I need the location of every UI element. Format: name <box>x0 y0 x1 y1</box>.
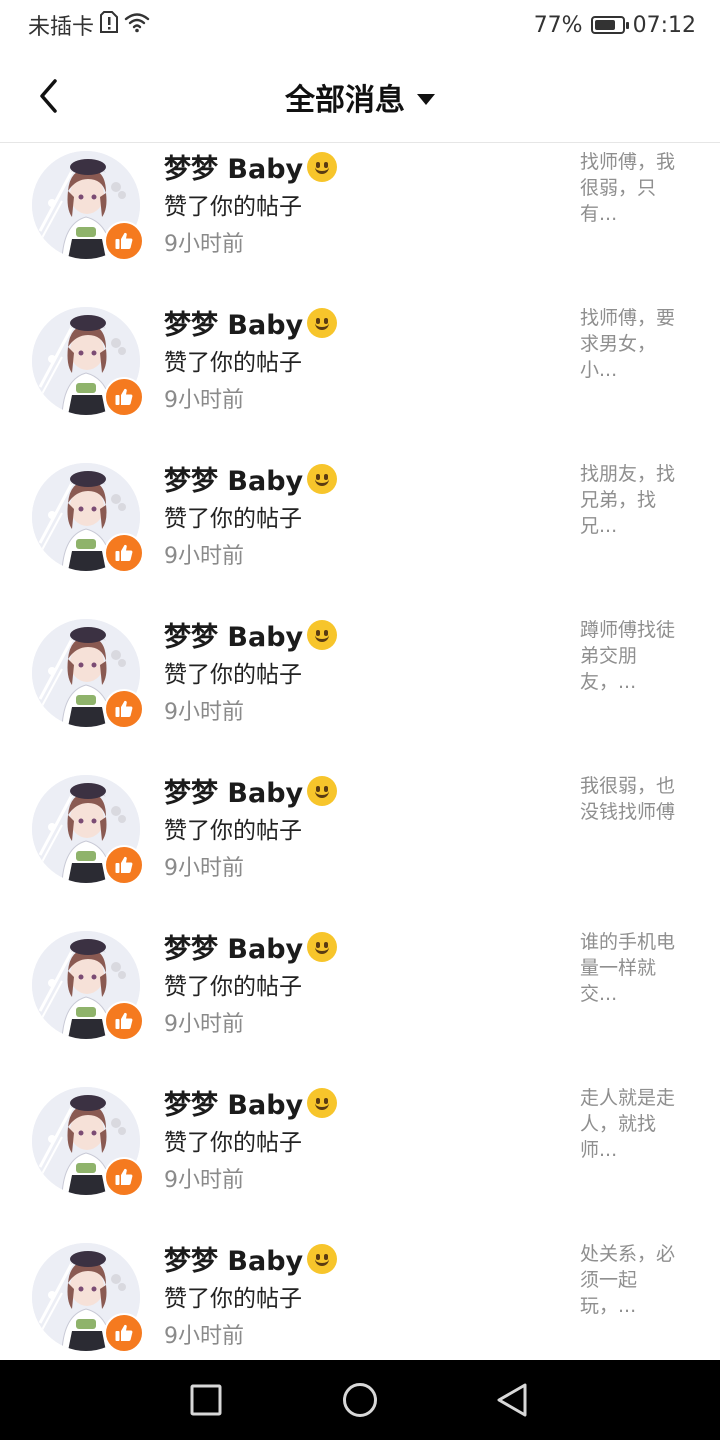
like-badge <box>104 377 144 417</box>
post-snippet[interactable]: 蹲师傅找徒弟交朋友，... <box>580 617 688 695</box>
title-dropdown[interactable]: 全部消息 <box>0 72 720 122</box>
like-badge <box>104 689 144 729</box>
action-text: 赞了你的帖子 <box>164 1286 302 1312</box>
smile-emoji-icon <box>307 619 338 650</box>
user-name[interactable]: 梦梦 Baby <box>164 771 338 810</box>
user-name[interactable]: 梦梦 Baby <box>164 615 338 654</box>
timestamp: 9小时前 <box>164 232 244 257</box>
thumbs-up-icon <box>115 1012 133 1029</box>
post-snippet[interactable]: 谁的手机电量一样就交... <box>580 929 688 1007</box>
user-name[interactable]: 梦梦 Baby <box>164 1239 338 1278</box>
battery-icon <box>590 16 629 34</box>
smile-emoji-icon <box>307 463 338 494</box>
user-name-text: 梦梦 Baby <box>164 934 304 965</box>
user-name[interactable]: 梦梦 Baby <box>164 1083 338 1122</box>
user-name-text: 梦梦 Baby <box>164 778 304 809</box>
like-badge <box>104 1001 144 1041</box>
thumbs-up-icon <box>115 544 133 561</box>
action-text: 赞了你的帖子 <box>164 1130 302 1156</box>
timestamp: 9小时前 <box>164 388 244 413</box>
notification-item[interactable]: 梦梦 Baby 赞了你的帖子 9小时前 走人就是走人，就找师... <box>0 1079 720 1235</box>
action-text: 赞了你的帖子 <box>164 350 302 376</box>
action-text: 赞了你的帖子 <box>164 818 302 844</box>
smile-emoji-icon <box>307 931 338 962</box>
circle-icon <box>343 1383 377 1417</box>
post-snippet[interactable]: 我很弱，也没钱找师傅 <box>580 773 688 825</box>
user-name-text: 梦梦 Baby <box>164 1090 304 1121</box>
action-text: 赞了你的帖子 <box>164 194 302 220</box>
status-right: 77% 07:12 <box>534 10 696 40</box>
user-name[interactable]: 梦梦 Baby <box>164 303 338 342</box>
timestamp: 9小时前 <box>164 1168 244 1193</box>
thumbs-up-icon <box>115 1324 133 1341</box>
navigation-bar <box>0 1360 720 1440</box>
post-snippet[interactable]: 走人就是走人，就找师... <box>580 1085 688 1163</box>
timestamp: 9小时前 <box>164 1324 244 1349</box>
status-bar: 未插卡 77% 07:12 <box>0 0 720 50</box>
timestamp: 9小时前 <box>164 700 244 725</box>
action-text: 赞了你的帖子 <box>164 974 302 1000</box>
post-snippet[interactable]: 找朋友，找兄弟，找兄... <box>580 461 688 539</box>
like-badge <box>104 845 144 885</box>
carrier-text: 未插卡 <box>28 15 95 40</box>
user-name-text: 梦梦 Baby <box>164 154 304 185</box>
user-name[interactable]: 梦梦 Baby <box>164 459 338 498</box>
notification-item[interactable]: 梦梦 Baby 赞了你的帖子 9小时前 找朋友，找兄弟，找兄... <box>0 455 720 611</box>
notification-list[interactable]: 梦梦 Baby 赞了你的帖子 9小时前 找师傅，我很弱，只有... 梦梦 Bab… <box>0 143 720 1360</box>
page-title: 全部消息 <box>285 83 405 118</box>
user-name[interactable]: 梦梦 Baby <box>164 927 338 966</box>
thumbs-up-icon <box>115 1168 133 1185</box>
smile-emoji-icon <box>307 307 338 338</box>
user-name-text: 梦梦 Baby <box>164 1246 304 1277</box>
post-snippet[interactable]: 处关系，必须一起玩，... <box>580 1241 688 1319</box>
notification-item[interactable]: 梦梦 Baby 赞了你的帖子 9小时前 找师傅，我很弱，只有... <box>0 143 720 299</box>
thumbs-up-icon <box>115 232 133 249</box>
thumbs-up-icon <box>115 388 133 405</box>
timestamp: 9小时前 <box>164 544 244 569</box>
battery-percent: 77% <box>533 12 583 38</box>
thumbs-up-icon <box>115 700 133 717</box>
like-badge <box>104 1313 144 1353</box>
sim-alert-icon <box>100 11 119 39</box>
system-back-button[interactable] <box>492 1380 532 1420</box>
notification-item[interactable]: 梦梦 Baby 赞了你的帖子 9小时前 处关系，必须一起玩，... <box>0 1235 720 1360</box>
notification-item[interactable]: 梦梦 Baby 赞了你的帖子 9小时前 我很弱，也没钱找师傅 <box>0 767 720 923</box>
user-name-text: 梦梦 Baby <box>164 622 304 653</box>
header: 全部消息 <box>0 50 720 143</box>
user-name-text: 梦梦 Baby <box>164 310 304 341</box>
action-text: 赞了你的帖子 <box>164 662 302 688</box>
timestamp: 9小时前 <box>164 1012 244 1037</box>
like-badge <box>104 533 144 573</box>
smile-emoji-icon <box>307 151 338 182</box>
like-badge <box>104 1157 144 1197</box>
caret-down-icon <box>417 93 435 105</box>
smile-emoji-icon <box>307 775 338 806</box>
clock: 07:12 <box>632 12 696 38</box>
post-snippet[interactable]: 找师傅，要求男女，小... <box>580 305 688 383</box>
user-name-text: 梦梦 Baby <box>164 466 304 497</box>
post-snippet[interactable]: 找师傅，我很弱，只有... <box>580 149 688 227</box>
recent-apps-button[interactable] <box>186 1380 226 1420</box>
like-badge <box>104 221 144 261</box>
notification-item[interactable]: 梦梦 Baby 赞了你的帖子 9小时前 找师傅，要求男女，小... <box>0 299 720 455</box>
triangle-back-icon <box>497 1383 527 1417</box>
smile-emoji-icon <box>307 1087 338 1118</box>
thumbs-up-icon <box>115 856 133 873</box>
square-icon <box>190 1384 222 1416</box>
home-button[interactable] <box>340 1380 380 1420</box>
notification-item[interactable]: 梦梦 Baby 赞了你的帖子 9小时前 谁的手机电量一样就交... <box>0 923 720 1079</box>
wifi-icon <box>124 11 150 39</box>
battery-fill <box>594 20 615 30</box>
notification-item[interactable]: 梦梦 Baby 赞了你的帖子 9小时前 蹲师傅找徒弟交朋友，... <box>0 611 720 767</box>
timestamp: 9小时前 <box>164 856 244 881</box>
status-left: 未插卡 <box>28 10 150 40</box>
smile-emoji-icon <box>307 1243 338 1274</box>
action-text: 赞了你的帖子 <box>164 506 302 532</box>
user-name[interactable]: 梦梦 Baby <box>164 147 338 186</box>
